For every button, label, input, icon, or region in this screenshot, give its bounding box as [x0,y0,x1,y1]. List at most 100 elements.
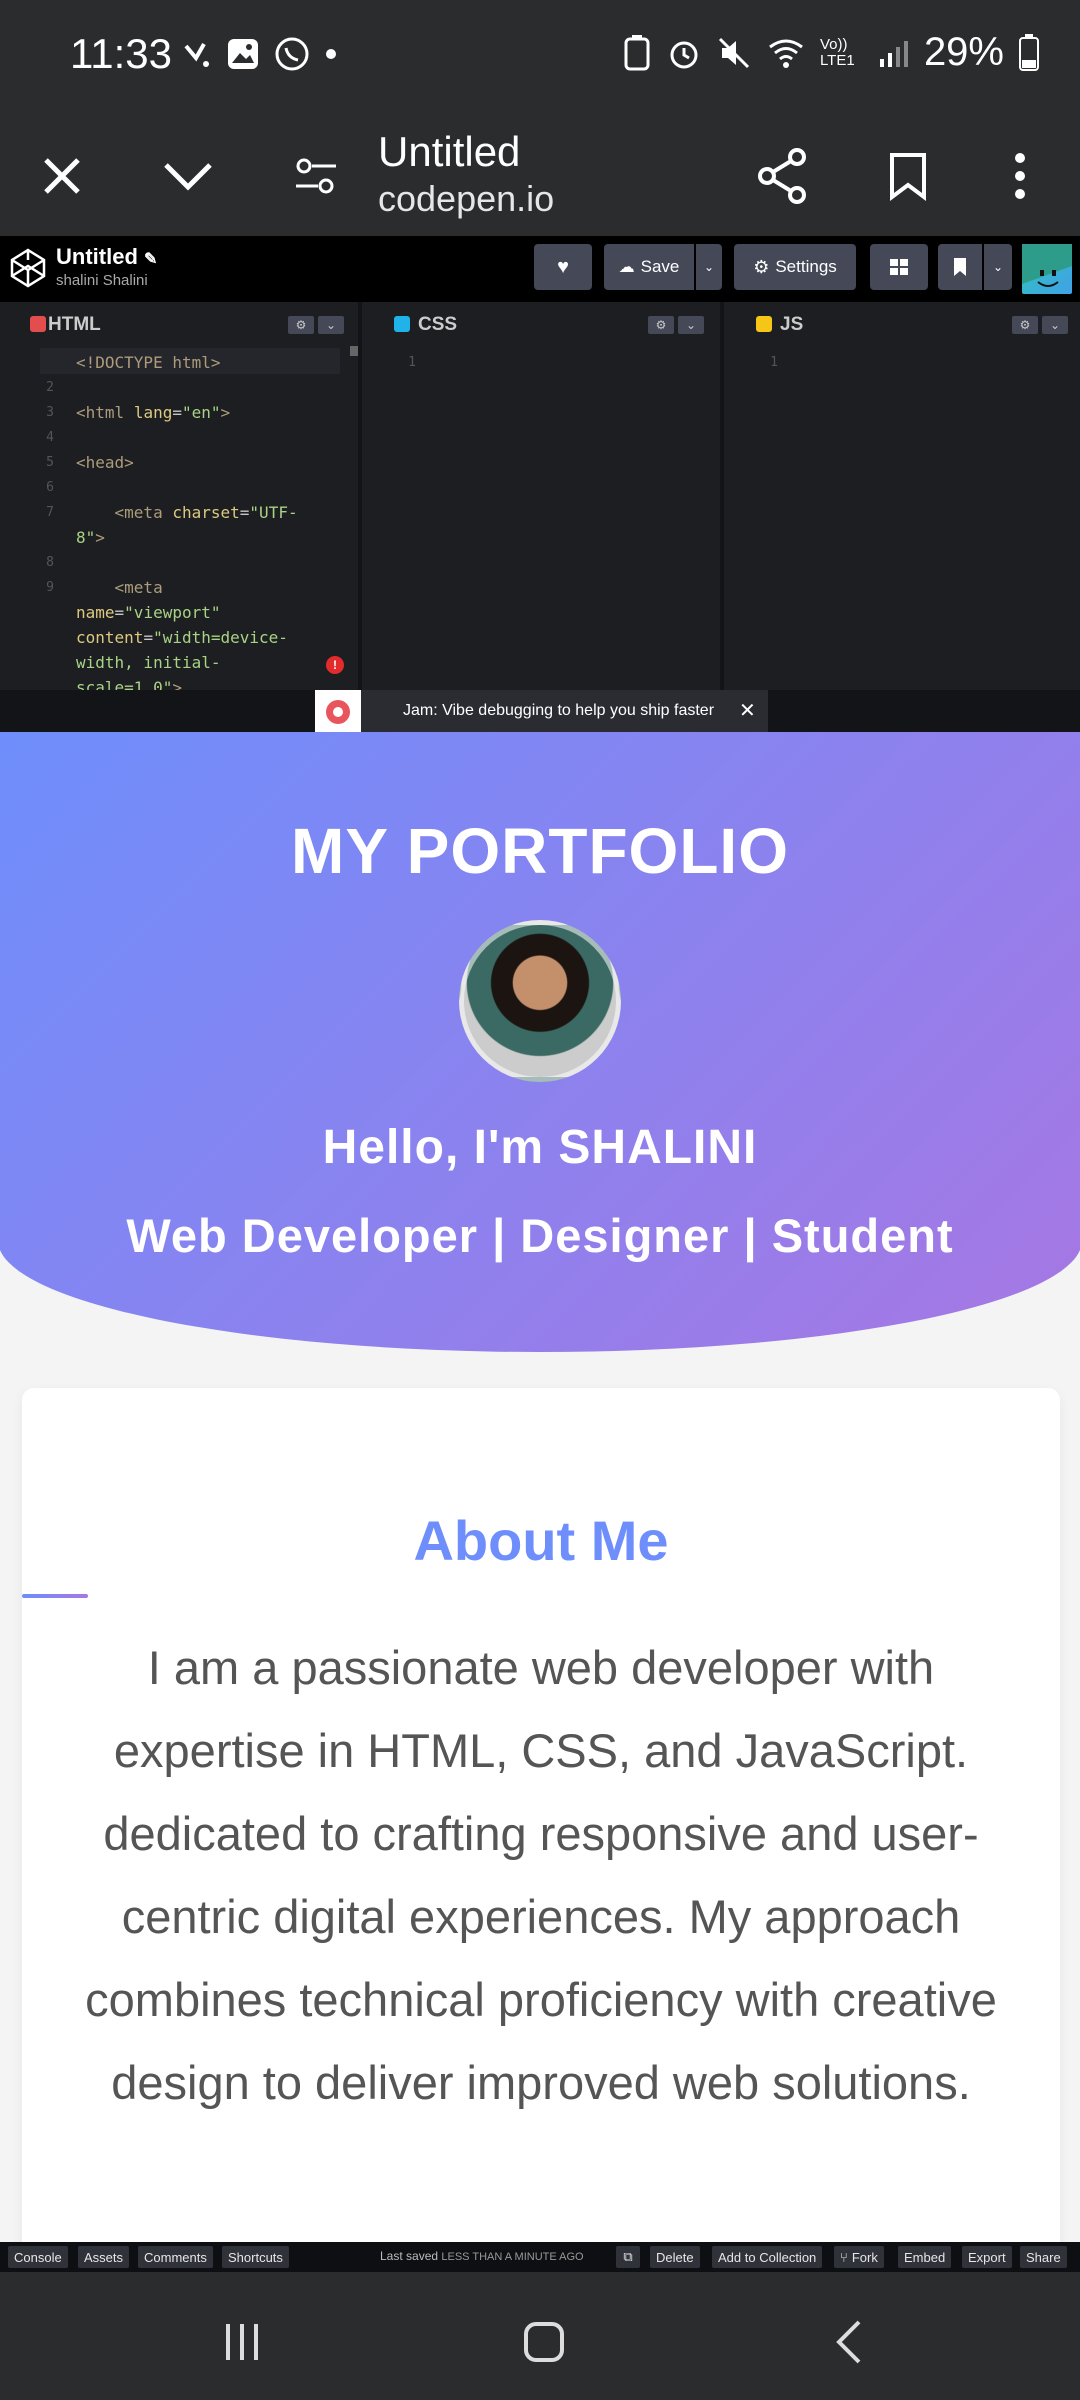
save-dropdown-button[interactable]: ⌄ [696,244,722,290]
pen-title-text: Untitled [56,244,138,269]
js-editor-collapse-button[interactable]: ⌄ [1042,316,1068,334]
close-icon: ✕ [739,700,756,722]
battery-saver-icon [624,34,650,70]
recents-icon [226,2324,258,2360]
js-editor-settings-button[interactable]: ⚙ [1012,316,1038,334]
bookmark-dropdown-button[interactable]: ⌄ [984,244,1012,290]
css-line-numbers: 1 [408,355,416,370]
about-card: About Me I am a passionate web developer… [22,1388,1060,2242]
dot-icon [326,49,336,59]
accent-line [22,1594,88,1598]
save-label: Save [640,257,680,276]
like-button[interactable]: ♥ [534,244,592,290]
fork-label: Fork [851,2249,878,2265]
assets-button[interactable]: Assets [78,2246,130,2268]
bookmark-icon [890,153,926,201]
html-editor[interactable]: HTML ⚙ ⌄ 1 2 3 4 5 6 7 8 9 <!DOCTYPE htm… [16,302,362,697]
settings-button[interactable]: ⚙ Settings [734,244,856,290]
jam-close-button[interactable]: ✕ [739,698,756,723]
layout-grid-icon [890,259,908,275]
html-editor-header: HTML ⚙ ⌄ [16,310,358,342]
jam-banner[interactable]: Jam: Vibe debugging to help you ship fas… [315,690,768,732]
embed-button[interactable]: Embed [898,2246,952,2268]
bookmark-pen-button[interactable] [938,244,982,290]
html-logo-icon [30,316,46,332]
home-button[interactable] [514,2312,574,2372]
recent-apps-button[interactable] [212,2312,272,2372]
codepen-logo-icon[interactable] [8,246,48,290]
bookmark-icon [954,258,966,276]
settings-label: Settings [775,257,837,276]
html-editor-collapse-button[interactable]: ⌄ [318,316,344,334]
error-icon[interactable]: ! [326,656,344,674]
add-to-collection-button[interactable]: Add to Collection [712,2246,823,2268]
html-code[interactable]: <!DOCTYPE html> <html lang="en"> <head> … [76,350,298,700]
site-settings-button[interactable] [276,136,356,216]
shortcuts-button[interactable]: Shortcuts [222,2246,289,2268]
battery-icon [1019,33,1039,71]
css-editor[interactable]: CSS ⚙ ⌄ 1 [378,302,724,690]
edit-pencil-icon[interactable]: ✎ [144,251,157,268]
share-pen-button[interactable]: Share [1020,2246,1067,2268]
user-avatar[interactable] [1022,244,1072,294]
roles-text: Web Developer | Designer | Student [126,1209,954,1262]
change-view-button[interactable] [870,244,928,290]
last-saved-label: Last saved [380,2249,439,2263]
missed-call-icon [184,43,209,67]
jam-logo-icon [315,690,361,732]
profile-photo [459,920,621,1082]
export-button[interactable]: Export [962,2246,1012,2268]
network-label: Vo)) LTE1 [819,35,855,69]
bookmark-button[interactable] [868,136,948,216]
system-icons: Vo)) LTE1 29% [622,30,1040,75]
back-button[interactable] [818,2312,878,2372]
pen-title[interactable]: Untitled ✎ [56,244,157,270]
console-button[interactable]: Console [8,2246,68,2268]
save-button[interactable]: ☁ Save [604,244,694,290]
minimize-button[interactable] [148,136,228,216]
page-title: Untitled [378,128,521,175]
whatsapp-icon [275,37,309,71]
tune-icon [296,158,336,194]
home-icon [524,2322,564,2362]
back-icon [836,2320,861,2364]
chevron-down-icon [164,163,212,191]
about-title: About Me [413,1509,669,1572]
codepen-footer: Console Assets Comments Shortcuts Last s… [0,2242,1080,2272]
js-editor-header: JS ⚙ ⌄ [740,310,1080,342]
html-editor-label: HTML [48,314,101,335]
portfolio-heading: MY PORTFOLIO [291,815,789,887]
more-options-button[interactable] [980,136,1060,216]
close-tab-button[interactable] [22,136,102,216]
open-external-button[interactable]: ⧉ [616,2246,640,2268]
status-time: 11:33 [70,30,172,77]
system-nav-bar [0,2272,1080,2400]
status-bar: 11:33 Vo)) LTE1 29% [0,0,1080,116]
css-editor-collapse-button[interactable]: ⌄ [678,316,704,334]
avatar-face-icon [1022,244,1072,287]
chevron-down-icon: ⌄ [703,260,715,274]
wifi-icon [769,39,803,68]
editor-panels: HTML ⚙ ⌄ 1 2 3 4 5 6 7 8 9 <!DOCTYPE htm… [0,302,1080,697]
html-editor-settings-button[interactable]: ⚙ [288,316,314,334]
codepen-header: Untitled ✎ shalini Shalini ♥ ☁ Save ⌄ ⚙ … [0,236,1080,302]
battery-percent: 29% [923,30,1004,74]
css-logo-icon [394,316,410,332]
share-icon [758,148,806,204]
chevron-down-icon: ⌄ [1049,318,1061,332]
delete-button[interactable]: Delete [650,2246,700,2268]
chevron-down-icon: ⌄ [325,318,337,332]
heart-icon: ♥ [557,255,569,278]
browser-toolbar: Untitled codepen.io [0,116,1080,236]
css-editor-settings-button[interactable]: ⚙ [648,316,674,334]
editor-scrollbar-thumb[interactable] [350,346,358,356]
js-editor[interactable]: JS ⚙ ⌄ 1 [740,302,1080,690]
notification-icons [180,36,338,72]
pen-author[interactable]: shalini Shalini [56,272,148,289]
last-saved-status: Last saved LESS THAN A MINUTE AGO [380,2249,584,2263]
chevron-down-icon: ⌄ [685,318,697,332]
share-button[interactable] [742,136,822,216]
fork-button[interactable]: ⑂ Fork [834,2246,884,2268]
comments-button[interactable]: Comments [138,2246,213,2268]
css-editor-header: CSS ⚙ ⌄ [378,310,720,342]
